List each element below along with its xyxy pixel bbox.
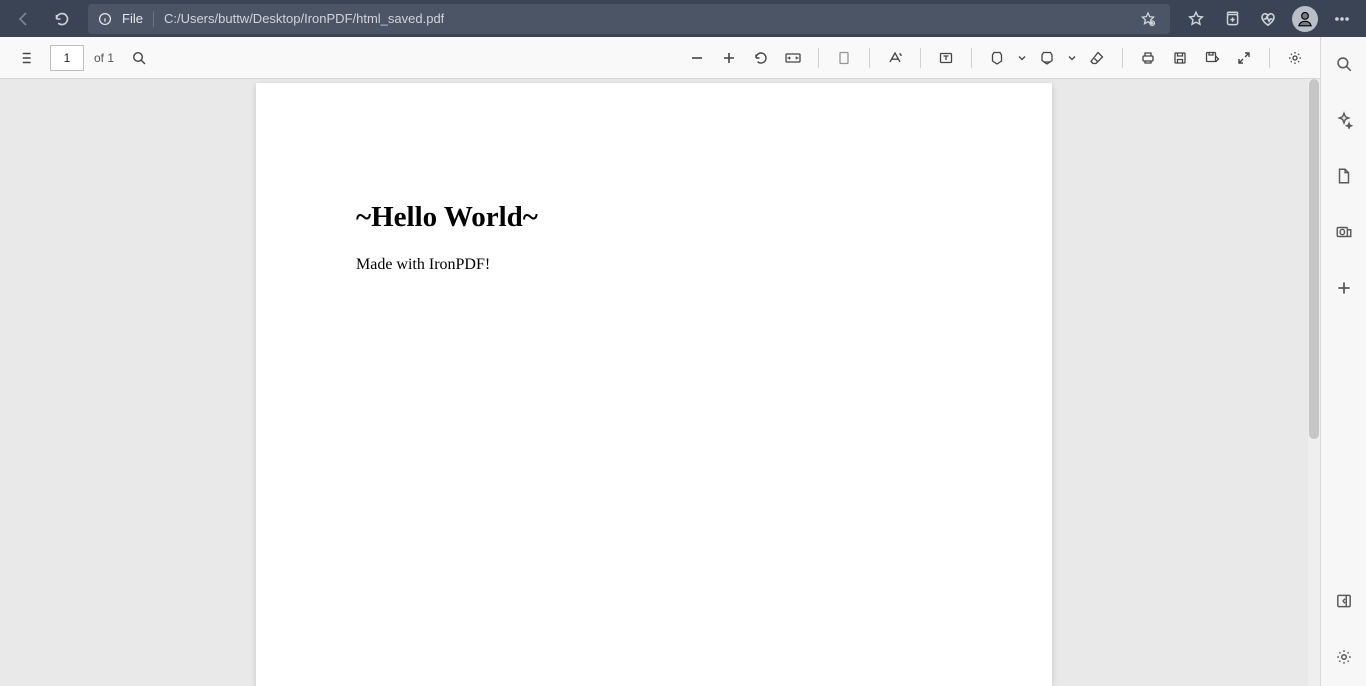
save-icon bbox=[1172, 50, 1188, 66]
toolbar-separator bbox=[971, 48, 972, 68]
print-button[interactable] bbox=[1133, 43, 1163, 73]
toolbar-separator bbox=[1269, 48, 1270, 68]
sidebar-doc-button[interactable] bbox=[1327, 159, 1361, 193]
more-icon bbox=[1333, 10, 1351, 28]
plus-icon bbox=[1335, 279, 1353, 297]
pdf-stage[interactable]: ~Hello World~ Made with IronPDF! bbox=[0, 79, 1308, 686]
save-as-icon bbox=[1204, 50, 1220, 66]
find-button[interactable] bbox=[124, 43, 154, 73]
page-view-icon bbox=[836, 50, 852, 66]
pdf-toolbar: of 1 bbox=[0, 37, 1320, 79]
draw-icon bbox=[989, 50, 1005, 66]
read-aloud-button[interactable] bbox=[880, 43, 910, 73]
toolbar-separator bbox=[869, 48, 870, 68]
erase-icon bbox=[1089, 50, 1105, 66]
pdf-viewport: ~Hello World~ Made with IronPDF! bbox=[0, 79, 1320, 686]
address-path: C:/Users/buttw/Desktop/IronPDF/html_save… bbox=[164, 11, 444, 26]
full-screen-icon bbox=[1236, 50, 1252, 66]
sidebar-panel-button[interactable] bbox=[1327, 584, 1361, 618]
fit-width-button[interactable] bbox=[778, 43, 808, 73]
save-as-button[interactable] bbox=[1197, 43, 1227, 73]
add-text-icon bbox=[938, 50, 954, 66]
chevron-down-icon bbox=[1017, 53, 1027, 63]
contents-button[interactable] bbox=[10, 43, 40, 73]
sidebar-outlook-button[interactable] bbox=[1327, 215, 1361, 249]
right-sidebar bbox=[1320, 37, 1366, 686]
highlight-dropdown[interactable] bbox=[1064, 43, 1080, 73]
print-icon bbox=[1140, 50, 1156, 66]
add-text-button[interactable] bbox=[931, 43, 961, 73]
toolbar-separator bbox=[818, 48, 819, 68]
settings-icon bbox=[1287, 50, 1303, 66]
favorites-button[interactable] bbox=[1178, 4, 1214, 34]
scrollbar-thumb[interactable] bbox=[1309, 79, 1319, 439]
document-body-text: Made with IronPDF! bbox=[356, 256, 952, 274]
read-aloud-icon bbox=[887, 50, 903, 66]
heartbeat-icon bbox=[1259, 10, 1277, 28]
outlook-icon bbox=[1335, 223, 1353, 241]
sidebar-settings-button[interactable] bbox=[1327, 640, 1361, 674]
more-button[interactable] bbox=[1324, 4, 1360, 34]
collections-button[interactable] bbox=[1214, 4, 1250, 34]
full-screen-button[interactable] bbox=[1229, 43, 1259, 73]
find-icon bbox=[131, 50, 147, 66]
contents-icon bbox=[16, 49, 34, 67]
rotate-icon bbox=[753, 50, 769, 66]
sparkle-icon bbox=[1335, 111, 1353, 129]
draw-dropdown[interactable] bbox=[1014, 43, 1030, 73]
health-button[interactable] bbox=[1250, 4, 1286, 34]
sidebar-search-button[interactable] bbox=[1327, 47, 1361, 81]
toolbar-left-group: of 1 bbox=[10, 43, 154, 73]
zoom-in-icon bbox=[721, 50, 737, 66]
highlight-icon bbox=[1039, 50, 1055, 66]
zoom-out-icon bbox=[689, 50, 705, 66]
favorites-star-icon bbox=[1187, 10, 1205, 28]
zoom-in-button[interactable] bbox=[714, 43, 744, 73]
collections-icon bbox=[1223, 10, 1241, 28]
refresh-icon bbox=[54, 11, 70, 27]
back-icon bbox=[16, 11, 32, 27]
main-row: of 1 bbox=[0, 37, 1366, 686]
info-icon bbox=[98, 12, 112, 26]
draw-button[interactable] bbox=[982, 43, 1012, 73]
rotate-button[interactable] bbox=[746, 43, 776, 73]
browser-top-bar: File C:/Users/buttw/Desktop/IronPDF/html… bbox=[0, 0, 1366, 37]
gear-icon bbox=[1335, 648, 1353, 666]
fit-width-icon bbox=[784, 50, 802, 66]
page-number-input[interactable] bbox=[50, 45, 84, 71]
add-favorite-button[interactable] bbox=[1136, 7, 1160, 31]
doc-icon bbox=[1335, 167, 1353, 185]
profile-avatar[interactable] bbox=[1292, 6, 1318, 32]
chevron-down-icon bbox=[1067, 53, 1077, 63]
address-scheme-label: File bbox=[122, 11, 143, 26]
erase-button[interactable] bbox=[1082, 43, 1112, 73]
address-bar[interactable]: File C:/Users/buttw/Desktop/IronPDF/html… bbox=[88, 4, 1170, 34]
sidebar-add-button[interactable] bbox=[1327, 271, 1361, 305]
zoom-out-button[interactable] bbox=[682, 43, 712, 73]
add-favorite-icon bbox=[1140, 11, 1156, 27]
search-icon bbox=[1335, 55, 1353, 73]
avatar-icon bbox=[1296, 10, 1314, 28]
browser-right-buttons bbox=[1178, 4, 1360, 34]
sidebar-copilot-button[interactable] bbox=[1327, 103, 1361, 137]
toolbar-separator bbox=[920, 48, 921, 68]
toolbar-center-group bbox=[682, 43, 1310, 73]
panel-icon bbox=[1335, 592, 1353, 610]
refresh-button[interactable] bbox=[44, 4, 80, 34]
pdf-settings-button[interactable] bbox=[1280, 43, 1310, 73]
highlight-button[interactable] bbox=[1032, 43, 1062, 73]
document-heading: ~Hello World~ bbox=[356, 201, 952, 234]
save-button[interactable] bbox=[1165, 43, 1195, 73]
page-view-button[interactable] bbox=[829, 43, 859, 73]
content-column: of 1 bbox=[0, 37, 1320, 686]
page-count-label: of 1 bbox=[94, 51, 114, 65]
toolbar-separator bbox=[1122, 48, 1123, 68]
scrollbar-track[interactable] bbox=[1308, 79, 1320, 686]
pdf-page: ~Hello World~ Made with IronPDF! bbox=[256, 83, 1052, 686]
back-button[interactable] bbox=[6, 4, 42, 34]
address-separator bbox=[153, 11, 154, 27]
